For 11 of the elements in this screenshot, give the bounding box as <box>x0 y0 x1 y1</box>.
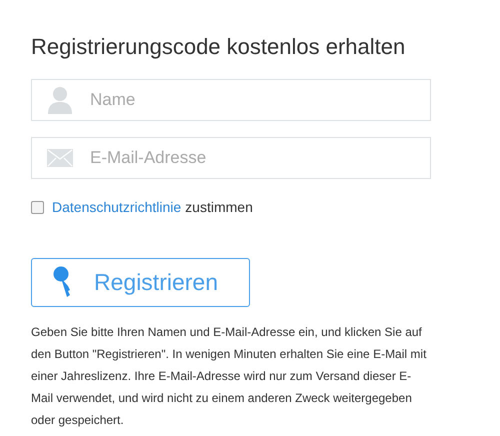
input-field[interactable]: Name <box>31 79 431 121</box>
page-title: Registrierungscode kostenlos erhalten <box>31 33 406 61</box>
consent-label: zustimmen <box>185 198 253 217</box>
privacy-policy-link[interactable]: Datenschutzrichtlinie <box>52 197 182 218</box>
input-field[interactable]: E-Mail-Adresse <box>31 137 431 179</box>
person-icon <box>47 86 73 114</box>
key-icon <box>52 266 72 299</box>
info-text: Geben Sie bitte Ihren Namen und E-Mail-Adresse ein, und klicken Sie auf den Button "Registrieren". In wenigen Minuten erhalten Sie eine E-Mail mit einer Jahreslizenz. Ihre E-Mail-Adresse wird nur zum Versand dieser E-Mail verwendet, und wird nicht zu einem anderen Zweck weitergegeben oder gespeichert. <box>31 324 428 429</box>
register-button[interactable]: Registrieren <box>31 258 250 307</box>
envelope-icon <box>47 149 73 167</box>
checkbox[interactable] <box>31 201 44 214</box>
